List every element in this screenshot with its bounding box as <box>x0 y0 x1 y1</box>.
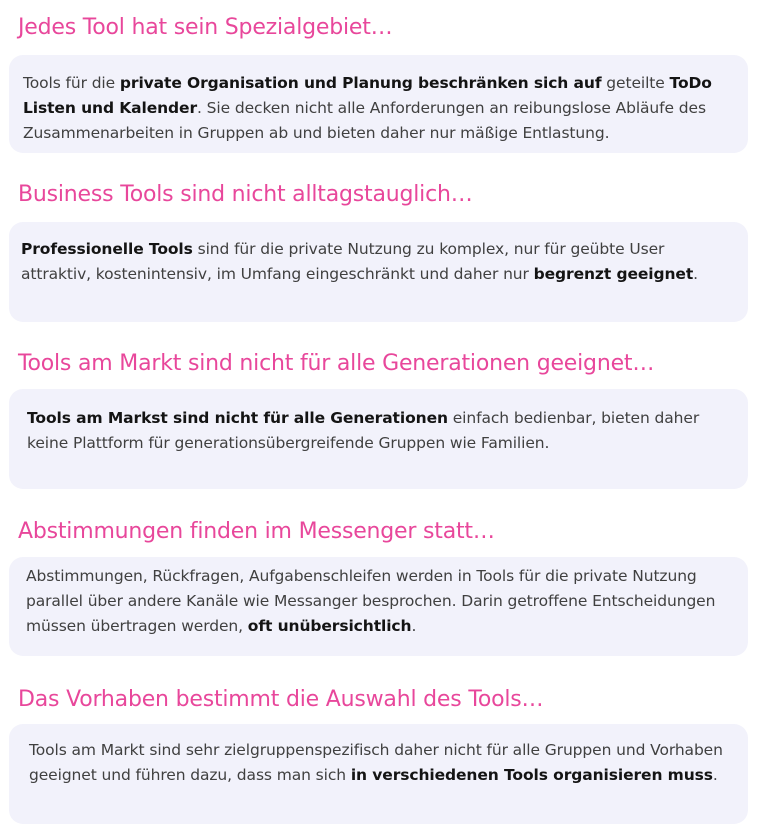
text-run: . <box>693 265 698 283</box>
section-heading: Jedes Tool hat sein Spezialgebiet… <box>18 15 393 40</box>
info-card: Abstimmungen, Rückfragen, Aufgabenschlei… <box>9 557 748 656</box>
text-run-bold: private Organisation und Planung beschrä… <box>119 74 602 92</box>
card-text: Tools am Markt sind sehr zielgruppenspez… <box>29 738 724 788</box>
card-text: Abstimmungen, Rückfragen, Aufgabenschlei… <box>26 564 728 639</box>
text-run: . <box>411 617 417 635</box>
card-text: Professionelle Tools sind für die privat… <box>21 237 734 287</box>
card-text: Tools für die private Organisation und P… <box>23 71 734 146</box>
section-heading: Business Tools sind nicht alltagstauglic… <box>18 182 473 207</box>
text-run: Tools für die <box>23 74 120 92</box>
text-run: geteilte <box>601 74 670 92</box>
info-card: Tools am Markst sind nicht für alle Gene… <box>9 389 748 489</box>
text-run-bold: in verschiedenen Tools organisieren muss <box>350 766 713 784</box>
section-heading: Das Vorhaben bestimmt die Auswahl des To… <box>18 687 544 712</box>
info-card: Tools für die private Organisation und P… <box>9 55 748 153</box>
text-run-bold: begrenzt geeignet <box>533 265 694 283</box>
info-card: Tools am Markt sind sehr zielgruppenspez… <box>9 724 748 824</box>
text-run-bold: Tools am Markst sind nicht für alle Gene… <box>27 409 448 427</box>
text-run: . <box>712 766 718 784</box>
section-heading: Tools am Markt sind nicht für alle Gener… <box>18 351 655 376</box>
section-heading: Abstimmungen finden im Messenger statt… <box>18 519 495 544</box>
card-text: Tools am Markst sind nicht für alle Gene… <box>27 406 708 456</box>
info-card: Professionelle Tools sind für die privat… <box>9 222 748 322</box>
text-run-bold: oft unübersichtlich <box>247 617 412 635</box>
text-run-bold: Professionelle Tools <box>21 240 193 258</box>
